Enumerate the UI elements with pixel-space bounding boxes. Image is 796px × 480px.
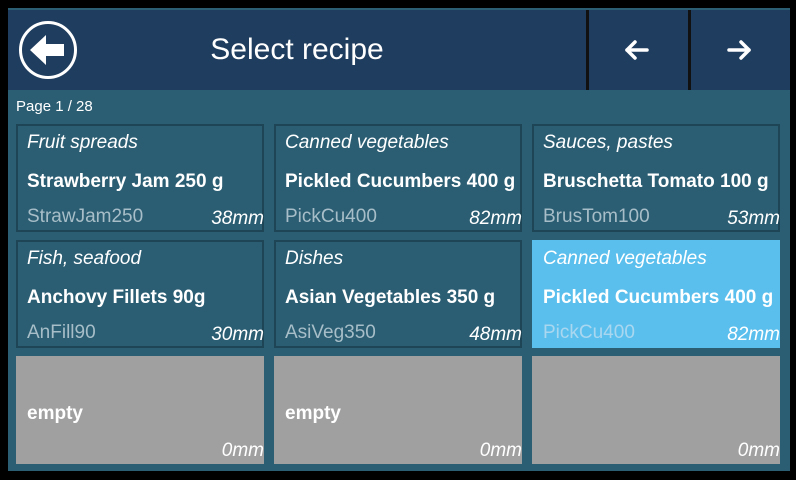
recipe-category: Canned vegetables — [285, 132, 449, 153]
next-page-button[interactable] — [688, 10, 786, 90]
recipe-name: Strawberry Jam 250 g — [27, 171, 224, 192]
recipe-size: 0mm — [479, 440, 522, 461]
recipe-size: 38mm — [211, 208, 264, 229]
arrow-right-icon — [726, 40, 751, 60]
recipe-name: Pickled Cucumbers 400 g — [285, 171, 516, 192]
recipe-size: 82mm — [469, 208, 522, 229]
arrow-left-circle-icon — [19, 21, 77, 79]
recipe-size: 30mm — [211, 324, 264, 345]
recipe-slot-empty[interactable]: empty 0mm — [274, 356, 522, 464]
recipe-size: 53mm — [727, 208, 780, 229]
recipe-slot-empty[interactable]: 0mm — [532, 356, 780, 464]
recipe-category: Sauces, pastes — [543, 132, 673, 153]
previous-page-button[interactable] — [586, 10, 684, 90]
recipe-card[interactable]: Fish, seafood Anchovy Fillets 90g AnFill… — [16, 240, 264, 348]
recipe-code: AsiVeg350 — [285, 322, 376, 343]
empty-label: empty — [27, 403, 83, 424]
recipe-slot-empty[interactable]: empty 0mm — [16, 356, 264, 464]
recipe-name: Anchovy Fillets 90g — [27, 287, 206, 308]
recipe-code: AnFill90 — [27, 322, 96, 343]
back-button[interactable] — [8, 10, 88, 90]
recipe-code: BrusTom100 — [543, 206, 650, 227]
recipe-category: Fish, seafood — [27, 248, 142, 269]
recipe-code: PickCu400 — [285, 206, 377, 227]
recipe-size: 82mm — [727, 324, 780, 345]
recipe-size: 0mm — [221, 440, 264, 461]
recipe-name: Bruschetta Tomato 100 g — [543, 171, 769, 192]
recipe-code: PickCu400 — [543, 322, 635, 343]
recipe-category: Fruit spreads — [27, 132, 138, 153]
recipe-category: Canned vegetables — [543, 248, 707, 269]
recipe-card[interactable]: Sauces, pastes Bruschetta Tomato 100 g B… — [532, 124, 780, 232]
page-title: Select recipe — [210, 33, 384, 66]
recipe-card[interactable]: Canned vegetables Pickled Cucumbers 400 … — [274, 124, 522, 232]
arrow-left-icon — [624, 40, 649, 60]
recipe-name: Asian Vegetables 350 g — [285, 287, 496, 308]
recipe-size: 0mm — [737, 440, 780, 461]
recipe-card[interactable]: Fruit spreads Strawberry Jam 250 g Straw… — [16, 124, 264, 232]
recipe-size: 48mm — [469, 324, 522, 345]
recipe-card-selected[interactable]: Canned vegetables Pickled Cucumbers 400 … — [532, 240, 780, 348]
recipe-code: StrawJam250 — [27, 206, 144, 227]
recipe-category: Dishes — [285, 248, 344, 269]
recipe-name: Pickled Cucumbers 400 g — [543, 287, 774, 308]
recipe-card[interactable]: Dishes Asian Vegetables 350 g AsiVeg350 … — [274, 240, 522, 348]
empty-label: empty — [285, 403, 341, 424]
page-indicator: Page 1 / 28 — [16, 98, 93, 115]
